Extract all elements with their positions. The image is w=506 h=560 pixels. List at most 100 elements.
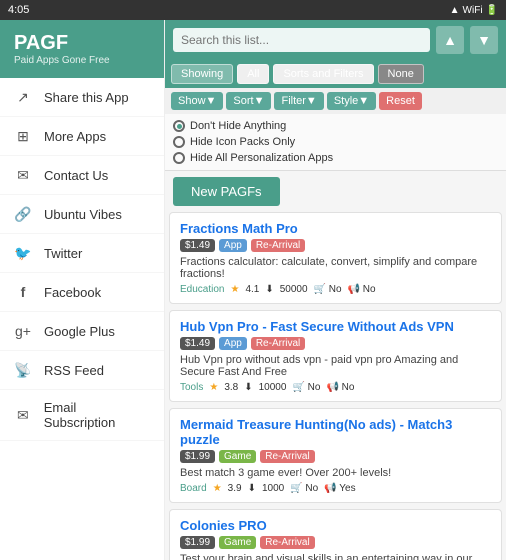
app-desc-hubvpn: Hub Vpn pro without ads vpn - paid vpn p… <box>180 354 491 378</box>
radio-hide-all[interactable]: Hide All Personalization Apps <box>173 150 498 166</box>
app-list: Fractions Math Pro $1.49 App Re-Arrival … <box>165 212 506 560</box>
battery-icon: 🔋 <box>486 5 498 16</box>
app-title-fractions[interactable]: Fractions Math Pro <box>180 221 491 236</box>
tag-row-mermaid: $1.99 Game Re-Arrival <box>180 450 491 463</box>
app-meta-fractions: Education ★ 4.1 ⬇ 50000 🛒 No 📢 No <box>180 284 491 295</box>
iap-mermaid: 🛒 No <box>290 483 318 494</box>
app-title-hubvpn[interactable]: Hub Vpn Pro - Fast Secure Without Ads VP… <box>180 319 491 334</box>
tab-showing[interactable]: Showing <box>171 64 233 84</box>
star-icon-hubvpn: ★ <box>209 382 218 393</box>
app-title-colonies[interactable]: Colonies PRO <box>180 518 491 533</box>
apps-icon: ⊞ <box>14 127 32 145</box>
rearrival-tag-colonies: Re-Arrival <box>260 536 314 549</box>
contact-icon: ✉ <box>14 166 32 184</box>
price-tag-hubvpn: $1.49 <box>180 337 215 350</box>
rating-fractions: 4.1 <box>245 284 259 295</box>
new-pagfs-button[interactable]: New PAGFs <box>173 177 280 206</box>
status-time: 4:05 <box>8 4 29 16</box>
search-input[interactable] <box>173 28 430 52</box>
tag-row-hubvpn: $1.49 App Re-Arrival <box>180 337 491 350</box>
app-card-hubvpn: Hub Vpn Pro - Fast Secure Without Ads VP… <box>169 310 502 402</box>
app-desc-fractions: Fractions calculator: calculate, convert… <box>180 256 491 280</box>
rating-mermaid: 3.9 <box>228 483 242 494</box>
price-tag-colonies: $1.99 <box>180 536 215 549</box>
tab-all[interactable]: All <box>237 64 269 84</box>
signal-icon: ▲ <box>450 5 460 16</box>
drawer-item-share[interactable]: ↗ Share this App <box>0 78 164 117</box>
drawer-item-contact[interactable]: ✉ Contact Us <box>0 156 164 195</box>
filter-button[interactable]: Filter▼ <box>274 92 323 110</box>
rearrival-tag-hubvpn: Re-Arrival <box>251 337 305 350</box>
app-abbreviation: PAGF <box>14 32 150 55</box>
show-button[interactable]: Show▼ <box>171 92 223 110</box>
radio-label-hide-icon: Hide Icon Packs Only <box>190 136 295 148</box>
iap-hubvpn: 🛒 No <box>292 382 320 393</box>
drawer-list: ↗ Share this App ⊞ More Apps ✉ Contact U… <box>0 78 164 560</box>
drawer-item-more-apps[interactable]: ⊞ More Apps <box>0 117 164 156</box>
downloads-count-mermaid: 1000 <box>262 483 284 494</box>
downloads-mermaid: ⬇ <box>248 483 256 494</box>
tab-bar: Showing All Sorts and Filters None <box>165 60 506 88</box>
type-tag-colonies: Game <box>219 536 256 549</box>
iap-fractions: 🛒 No <box>314 284 342 295</box>
tab-none[interactable]: None <box>378 64 424 84</box>
rating-hubvpn: 3.8 <box>224 382 238 393</box>
star-icon-mermaid: ★ <box>213 483 222 494</box>
email-icon: ✉ <box>14 406 32 424</box>
ads-fractions: 📢 No <box>348 284 376 295</box>
reset-button[interactable]: Reset <box>379 92 422 110</box>
drawer-label-ubuntu: Ubuntu Vibes <box>44 207 122 222</box>
tab-sorts-filters[interactable]: Sorts and Filters <box>273 64 373 84</box>
drawer-item-rss[interactable]: 📡 RSS Feed <box>0 351 164 390</box>
drawer-label-more-apps: More Apps <box>44 129 106 144</box>
app-card-mermaid: Mermaid Treasure Hunting(No ads) - Match… <box>169 408 502 503</box>
drawer-label-email: Email Subscription <box>44 400 150 430</box>
twitter-icon: 🐦 <box>14 244 32 262</box>
category-hubvpn: Tools <box>180 382 203 393</box>
drawer-item-twitter[interactable]: 🐦 Twitter <box>0 234 164 273</box>
radio-dot-hide-icon <box>173 136 185 148</box>
type-tag-hubvpn: App <box>219 337 247 350</box>
drawer-item-ubuntu[interactable]: 🔗 Ubuntu Vibes <box>0 195 164 234</box>
app-meta-mermaid: Board ★ 3.9 ⬇ 1000 🛒 No 📢 Yes <box>180 483 491 494</box>
downloads-count-fractions: 50000 <box>280 284 308 295</box>
app-desc-colonies: Test your brain and visual skills in an … <box>180 553 491 560</box>
toolbar: ▲ ▼ <box>165 20 506 60</box>
drawer-label-rss: RSS Feed <box>44 363 104 378</box>
drawer-item-google-plus[interactable]: g+ Google Plus <box>0 312 164 351</box>
app-full-name: Paid Apps Gone Free <box>14 55 150 66</box>
scroll-down-button[interactable]: ▼ <box>470 26 498 54</box>
wifi-icon: WiFi <box>463 5 483 16</box>
radio-hide-icon[interactable]: Hide Icon Packs Only <box>173 134 498 150</box>
rearrival-tag-mermaid: Re-Arrival <box>260 450 314 463</box>
left-drawer: PAGF Paid Apps Gone Free ↗ Share this Ap… <box>0 0 165 560</box>
star-icon-fractions: ★ <box>230 284 239 295</box>
status-icons: ▲ WiFi 🔋 <box>450 5 498 16</box>
main-panel: ▲ ▼ Showing All Sorts and Filters None S… <box>165 0 506 560</box>
app-meta-hubvpn: Tools ★ 3.8 ⬇ 10000 🛒 No 📢 No <box>180 382 491 393</box>
rearrival-tag-fractions: Re-Arrival <box>251 239 305 252</box>
drawer-label-share: Share this App <box>44 90 129 105</box>
category-fractions: Education <box>180 284 224 295</box>
style-button[interactable]: Style▼ <box>327 92 376 110</box>
price-tag-fractions: $1.49 <box>180 239 215 252</box>
radio-group: Don't Hide Anything Hide Icon Packs Only… <box>165 114 506 171</box>
type-tag-fractions: App <box>219 239 247 252</box>
radio-dont-hide[interactable]: Don't Hide Anything <box>173 118 498 134</box>
scroll-up-button[interactable]: ▲ <box>436 26 464 54</box>
app-title-mermaid[interactable]: Mermaid Treasure Hunting(No ads) - Match… <box>180 417 491 447</box>
downloads-fractions: ⬇ <box>265 284 273 295</box>
drawer-header: PAGF Paid Apps Gone Free <box>0 20 164 78</box>
drawer-label-twitter: Twitter <box>44 246 82 261</box>
drawer-item-facebook[interactable]: f Facebook <box>0 273 164 312</box>
tag-row-fractions: $1.49 App Re-Arrival <box>180 239 491 252</box>
ads-mermaid: 📢 Yes <box>324 483 355 494</box>
link-icon: 🔗 <box>14 205 32 223</box>
ads-hubvpn: 📢 No <box>326 382 354 393</box>
downloads-count-hubvpn: 10000 <box>259 382 287 393</box>
drawer-item-email[interactable]: ✉ Email Subscription <box>0 390 164 441</box>
googleplus-icon: g+ <box>14 322 32 340</box>
app-card-colonies: Colonies PRO $1.99 Game Re-Arrival Test … <box>169 509 502 560</box>
sort-button[interactable]: Sort▼ <box>226 92 271 110</box>
radio-label-hide-all: Hide All Personalization Apps <box>190 152 333 164</box>
